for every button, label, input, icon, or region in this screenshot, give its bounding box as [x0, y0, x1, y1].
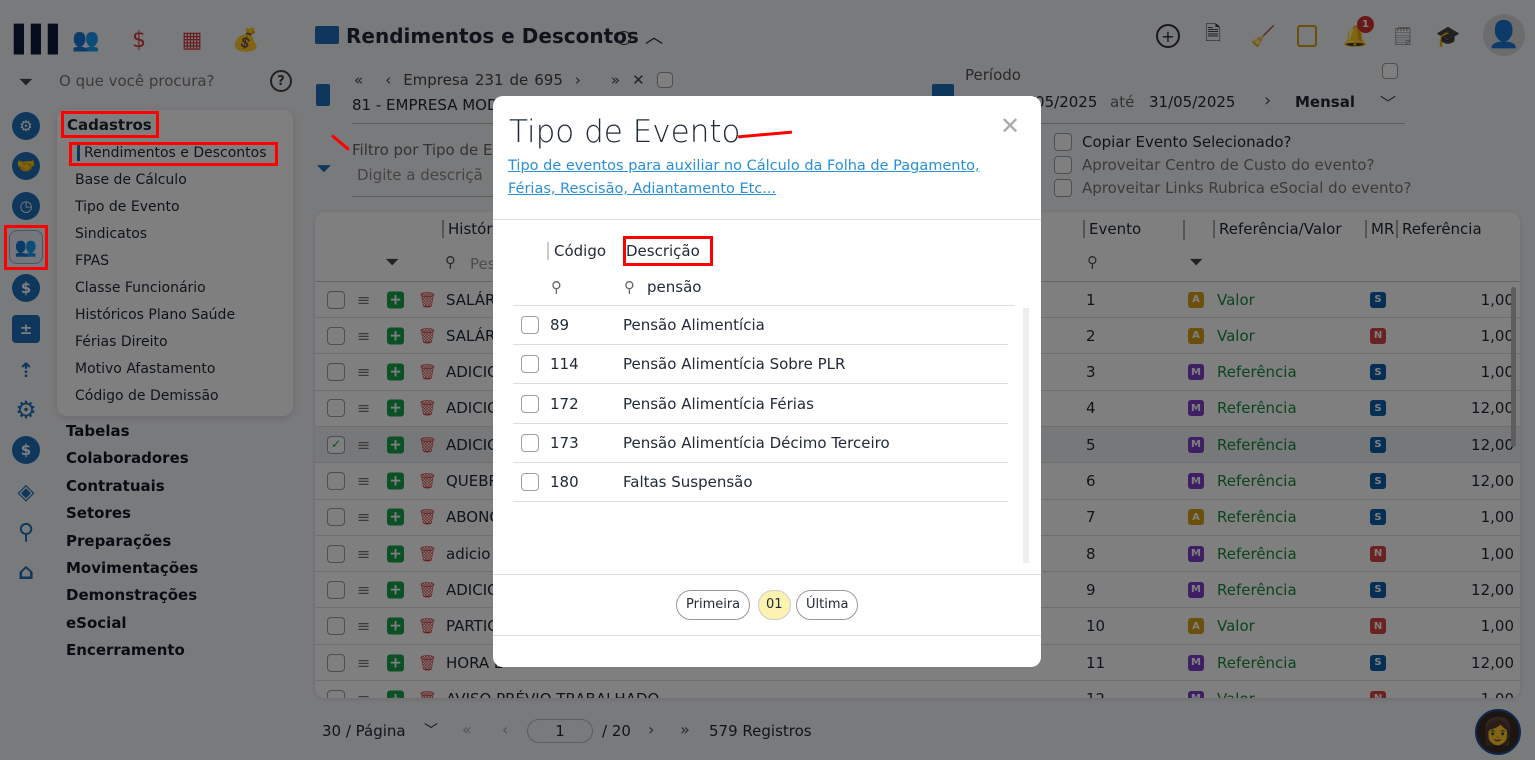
item-description: Faltas Suspensão — [623, 473, 753, 492]
last-page-button[interactable]: Última — [796, 590, 859, 620]
modal-list-item[interactable]: 114 Pensão Alimentícia Sobre PLR — [513, 345, 1008, 385]
modal-footer-divider — [493, 574, 1041, 575]
col-codigo[interactable]: Código — [547, 242, 606, 260]
modal-list-item[interactable]: 180 Faltas Suspensão — [513, 463, 1008, 503]
item-description: Pensão Alimentícia Sobre PLR — [623, 355, 846, 374]
tipo-evento-modal: Tipo de Evento ✕ Tipo de eventos para au… — [493, 96, 1041, 667]
annotation-box — [61, 111, 159, 138]
descricao-search-input[interactable]: pensão — [647, 278, 701, 296]
descricao-search-icon: ⚲ — [624, 278, 635, 296]
annotation-box — [623, 236, 713, 266]
item-description: Pensão Alimentícia — [623, 316, 765, 334]
first-page-button[interactable]: Primeira — [676, 590, 751, 620]
modal-help-link-line2[interactable]: Férias, Rescisão, Adiantamento Etc... — [508, 181, 776, 197]
modal-help-link-line1[interactable]: Tipo de eventos para auxiliar no Cálculo… — [508, 158, 980, 174]
annotation-box — [4, 225, 48, 270]
item-code: 172 — [550, 394, 579, 413]
modal-bottom-divider — [493, 635, 1041, 636]
current-page-button[interactable]: 01 — [758, 590, 791, 620]
item-checkbox[interactable] — [521, 433, 539, 452]
item-code: 89 — [550, 316, 570, 334]
annotation-box — [69, 142, 278, 166]
modal-title: Tipo de Evento — [509, 114, 741, 150]
modal-scrollbar[interactable] — [1023, 308, 1029, 563]
item-code: 180 — [550, 473, 579, 492]
item-checkbox[interactable] — [521, 316, 539, 334]
modal-list-item[interactable]: 172 Pensão Alimentícia Férias — [513, 385, 1008, 424]
modal-list-item[interactable]: 89 Pensão Alimentícia — [513, 306, 1008, 345]
item-description: Pensão Alimentícia Férias — [623, 394, 814, 413]
close-icon[interactable]: ✕ — [1000, 112, 1020, 140]
codigo-search-icon[interactable]: ⚲ — [551, 278, 562, 296]
item-checkbox[interactable] — [521, 355, 539, 374]
modal-divider — [493, 219, 1041, 220]
item-description: Pensão Alimentícia Décimo Terceiro — [623, 433, 890, 452]
item-checkbox[interactable] — [521, 473, 539, 492]
modal-list-item[interactable]: 173 Pensão Alimentícia Décimo Terceiro — [513, 424, 1008, 463]
item-code: 173 — [550, 433, 579, 452]
item-checkbox[interactable] — [521, 394, 539, 413]
item-code: 114 — [550, 355, 579, 374]
